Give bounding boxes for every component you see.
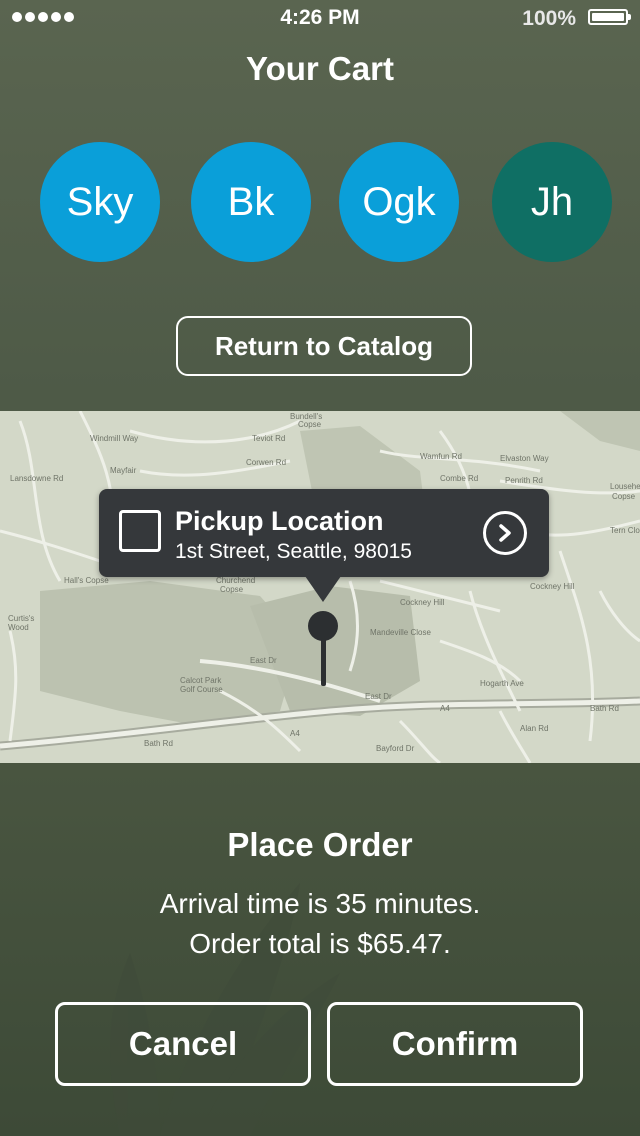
callout-address: 1st Street, Seattle, 98015 bbox=[175, 540, 412, 563]
svg-text:Lansdowne Rd: Lansdowne Rd bbox=[10, 474, 63, 483]
status-bar: 4:26 PM 100% bbox=[0, 0, 640, 36]
svg-text:East Dr: East Dr bbox=[250, 656, 277, 665]
place-order-title: Place Order bbox=[227, 826, 413, 863]
svg-text:Mandeville Close: Mandeville Close bbox=[370, 628, 431, 637]
callout-title: Pickup Location bbox=[175, 506, 384, 536]
map-pin-icon bbox=[308, 611, 338, 641]
battery-icon bbox=[588, 9, 631, 25]
svg-text:Bayford Dr: Bayford Dr bbox=[376, 744, 415, 753]
svg-text:Bath Rd: Bath Rd bbox=[590, 704, 619, 713]
order-total-text: Order total is $65.47. bbox=[189, 928, 451, 959]
svg-text:Bath Rd: Bath Rd bbox=[144, 739, 173, 748]
svg-text:Copse: Copse bbox=[612, 492, 636, 501]
svg-text:Teviot Rd: Teviot Rd bbox=[252, 434, 285, 443]
svg-text:Copse: Copse bbox=[220, 585, 244, 594]
svg-text:Cockney Hill: Cockney Hill bbox=[400, 598, 445, 607]
cart-item-bk[interactable]: Bk bbox=[191, 142, 311, 262]
cancel-button[interactable]: Cancel bbox=[55, 1002, 311, 1086]
chevron-right-icon[interactable] bbox=[483, 511, 527, 555]
svg-text:Penrith Rd: Penrith Rd bbox=[505, 476, 543, 485]
svg-text:Mayfair: Mayfair bbox=[110, 466, 137, 475]
svg-text:Alan Rd: Alan Rd bbox=[520, 724, 548, 733]
svg-text:Lousehe: Lousehe bbox=[610, 482, 640, 491]
svg-text:Combe Rd: Combe Rd bbox=[440, 474, 478, 483]
svg-text:Tern Close: Tern Close bbox=[610, 526, 640, 535]
cart-item-label: Sky bbox=[66, 179, 134, 224]
battery-percentage: 100% bbox=[522, 7, 576, 30]
cart-item-jh[interactable]: Jh bbox=[492, 142, 612, 262]
pickup-checkbox[interactable] bbox=[119, 510, 161, 552]
cart-item-ogk[interactable]: Ogk bbox=[339, 142, 459, 262]
pickup-location-callout[interactable]: Pickup Location 1st Street, Seattle, 980… bbox=[99, 489, 549, 577]
svg-text:Curtis's: Curtis's bbox=[8, 614, 34, 623]
svg-text:Hall's Copse: Hall's Copse bbox=[64, 576, 109, 585]
arrival-time-text: Arrival time is 35 minutes. bbox=[159, 888, 481, 919]
cart-item-label: Ogk bbox=[362, 179, 436, 224]
svg-text:Golf Course: Golf Course bbox=[180, 685, 223, 694]
cart-item-label: Bk bbox=[227, 179, 275, 224]
svg-text:Wamfun Rd: Wamfun Rd bbox=[420, 452, 462, 461]
svg-text:Hogarth Ave: Hogarth Ave bbox=[480, 679, 524, 688]
svg-text:Churchend: Churchend bbox=[216, 576, 255, 585]
page-title: Your Cart bbox=[246, 50, 394, 87]
svg-text:A4: A4 bbox=[440, 704, 450, 713]
svg-text:Windmill Way: Windmill Way bbox=[90, 434, 138, 443]
confirm-button[interactable]: Confirm bbox=[327, 1002, 583, 1086]
callout-pointer bbox=[305, 576, 341, 602]
svg-text:Corwen Rd: Corwen Rd bbox=[246, 458, 286, 467]
svg-text:Copse: Copse bbox=[298, 420, 322, 429]
svg-text:East Dr: East Dr bbox=[365, 692, 392, 701]
svg-text:Wood: Wood bbox=[8, 623, 29, 632]
svg-text:Elvaston Way: Elvaston Way bbox=[500, 454, 549, 463]
map-pin-stem bbox=[321, 638, 326, 686]
svg-text:Cockney Hill: Cockney Hill bbox=[530, 582, 575, 591]
return-to-catalog-button[interactable]: Return to Catalog bbox=[176, 316, 472, 376]
svg-text:A4: A4 bbox=[290, 729, 300, 738]
cart-item-label: Jh bbox=[530, 179, 574, 224]
svg-text:Calcot Park: Calcot Park bbox=[180, 676, 222, 685]
cart-item-sky[interactable]: Sky bbox=[40, 142, 160, 262]
